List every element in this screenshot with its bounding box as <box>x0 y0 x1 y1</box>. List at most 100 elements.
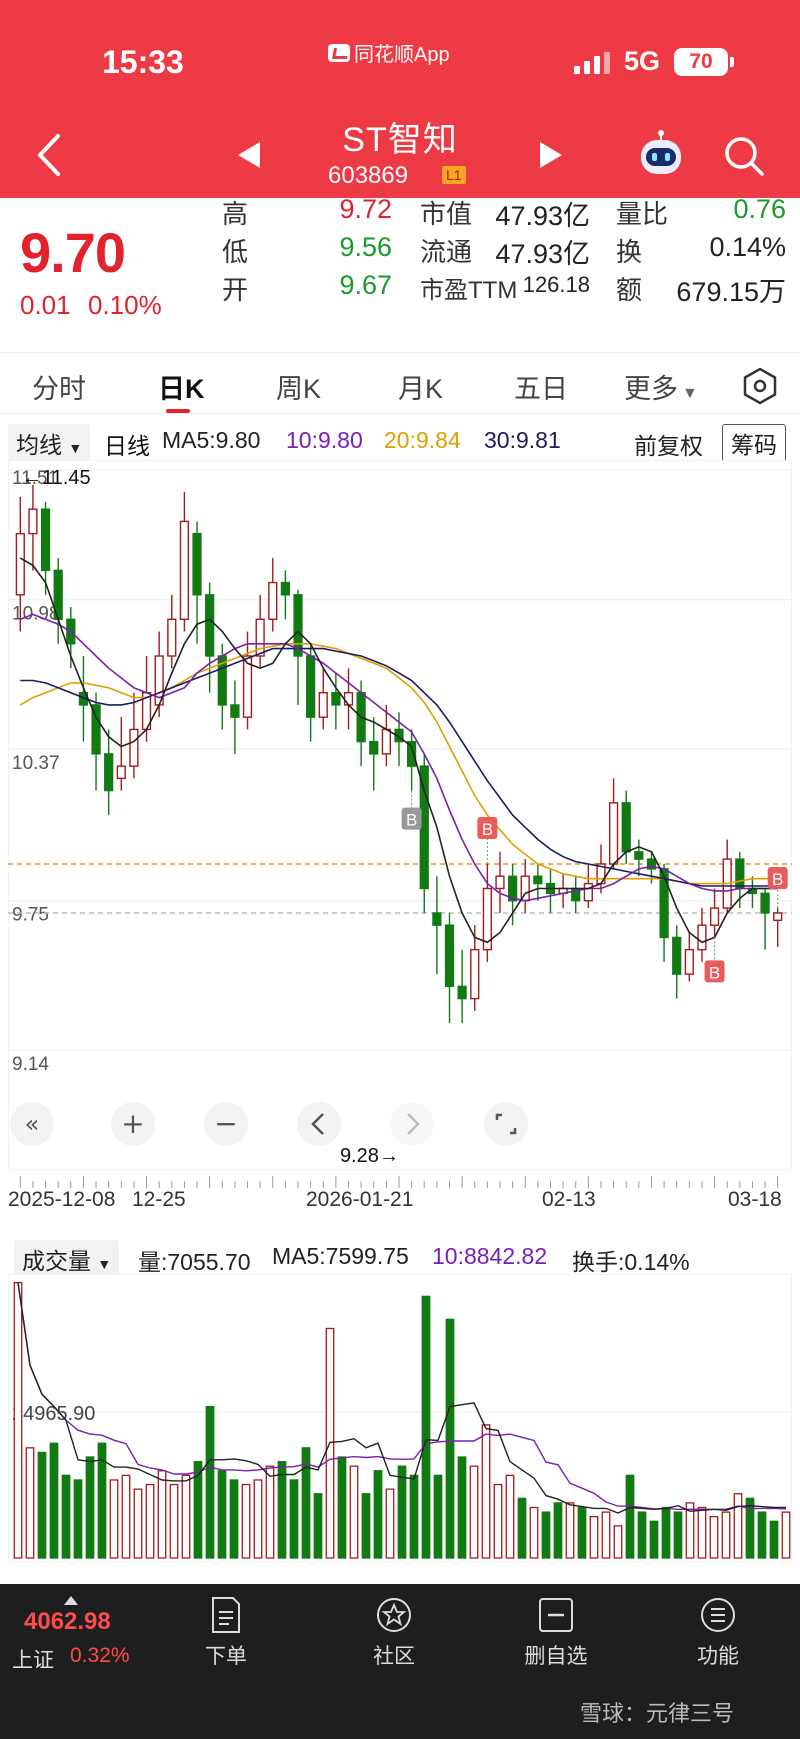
volume-bar <box>709 1516 719 1559</box>
robot-assistant-icon[interactable] <box>636 130 686 180</box>
index-pct: 0.32% <box>70 1644 130 1667</box>
stock-name: ST智知 <box>342 121 458 159</box>
volume-bar <box>37 1451 47 1559</box>
volume-bar <box>625 1474 635 1559</box>
tab-more[interactable]: 更多 ▼ <box>624 367 698 406</box>
volume-bar <box>61 1474 71 1559</box>
candle-body <box>709 907 720 926</box>
indicator-select[interactable]: 均线 ▼ <box>8 424 91 462</box>
candle-body <box>621 802 631 853</box>
amount-value: 679.15万 <box>676 277 786 307</box>
candle-body <box>268 581 278 620</box>
candle-body <box>381 728 391 755</box>
high-marker: ←11.45 <box>22 467 91 489</box>
volume-bar <box>721 1511 731 1559</box>
y-axis-label: 10.37 <box>12 753 60 774</box>
index-value[interactable]: 4062.98 <box>24 1608 111 1636</box>
zoom-in-button[interactable]: + <box>111 1102 155 1146</box>
volume-bar <box>577 1506 587 1559</box>
ma5-value: MA5:9.80 <box>162 427 261 453</box>
nav-functions[interactable]: 功能 <box>668 1596 768 1670</box>
nav-remove-watchlist[interactable]: 删自选 <box>506 1596 606 1670</box>
scroll-right-button[interactable] <box>390 1102 434 1146</box>
tab-daily-k[interactable]: 日K <box>158 367 205 406</box>
tab-monthly-k[interactable]: 月K <box>398 367 443 406</box>
candle-body <box>318 692 328 718</box>
chevron-down-icon: ▼ <box>97 1256 112 1272</box>
chip-button[interactable]: 筹码 <box>722 424 786 462</box>
volume-bar <box>49 1442 59 1559</box>
indicator-select-label: 均线 <box>16 432 62 458</box>
adjust-mode[interactable]: 前复权 <box>634 427 703 461</box>
candle-body <box>280 581 291 596</box>
svg-text:«: « <box>25 1110 40 1138</box>
market-cap-value: 47.93亿 <box>495 201 590 231</box>
volume-bar <box>25 1447 35 1559</box>
prev-stock-icon[interactable] <box>238 142 260 168</box>
scroll-left-button[interactable] <box>297 1102 341 1146</box>
volume-chart[interactable]: 24965.90 <box>8 1274 792 1562</box>
candle-body <box>116 765 126 780</box>
tab-weekly-k[interactable]: 周K <box>276 367 321 406</box>
pe-label: 市盈TTM <box>420 277 518 304</box>
status-app: 同花顺App <box>328 38 450 67</box>
app-logo-icon <box>328 43 350 62</box>
candle-body <box>230 704 240 718</box>
volume-bar <box>265 1465 275 1559</box>
back-icon[interactable] <box>30 130 70 180</box>
period-label: 日线 <box>104 433 150 459</box>
volume-bar <box>121 1474 131 1559</box>
volume-bar <box>349 1465 359 1559</box>
tab-five-day[interactable]: 五日 <box>514 367 568 406</box>
settings-hexagon-icon[interactable] <box>740 366 780 406</box>
candle-body <box>684 948 694 975</box>
header: 15:33 同花顺App 5G 70 ST智知 603869 L1 <box>0 0 800 198</box>
volume-bar <box>433 1474 443 1559</box>
volume-ma5: MA5:7599.75 <box>272 1243 409 1269</box>
candle-body <box>129 728 139 767</box>
volume-bar <box>697 1506 707 1559</box>
volume-bar <box>181 1474 191 1559</box>
volume-bar <box>133 1488 143 1559</box>
candle-body <box>28 508 38 535</box>
high-label: 高 <box>222 199 249 229</box>
fullscreen-button[interactable] <box>484 1102 528 1146</box>
volume-indicator-select[interactable]: 成交量 ▼ <box>14 1240 120 1278</box>
volume-bar <box>337 1456 347 1559</box>
candle-body <box>432 912 442 926</box>
candle-body <box>773 912 783 921</box>
candlestick-chart[interactable]: 11.5110.9810.379.759.14 B BBB ←11.45 9.28… <box>8 460 792 1170</box>
market-cap-label: 市值 <box>420 199 473 229</box>
volume-bar <box>277 1460 287 1559</box>
volume-bar <box>205 1405 215 1559</box>
volume-bar <box>469 1465 479 1559</box>
quote-panel: 9.70 0.01 0.10% 高 9.72 低 9.56 开 9.67 市值 … <box>0 194 800 338</box>
zoom-out-button[interactable]: − <box>204 1102 248 1146</box>
collapse-left-button[interactable]: « <box>10 1102 54 1146</box>
float-cap-value: 47.93亿 <box>495 239 590 269</box>
date-label: 02-13 <box>542 1188 596 1211</box>
volume-bar <box>385 1488 395 1559</box>
volume-legend-row: 成交量 ▼ 量:7055.70 MA5:7599.75 10:8842.82 换… <box>0 1240 800 1278</box>
candle-body <box>192 532 202 596</box>
nav-community[interactable]: 社区 <box>344 1596 444 1670</box>
candle-body <box>167 618 177 657</box>
volume-bar <box>157 1470 167 1559</box>
volume-ratio-label: 量比 <box>616 199 669 229</box>
tab-intraday[interactable]: 分时 <box>32 367 86 406</box>
date-label: 2025-12-08 <box>8 1188 116 1211</box>
search-icon[interactable] <box>722 134 766 178</box>
candle-body <box>179 520 190 620</box>
volume-value: 量:7055.70 <box>138 1249 251 1275</box>
volume-bar <box>541 1511 551 1559</box>
next-stock-icon[interactable] <box>540 142 562 168</box>
ma20-value: 20:9.84 <box>384 427 461 453</box>
turnover-label: 换 <box>616 237 643 267</box>
open-value: 9.67 <box>339 270 392 300</box>
candle-body <box>470 948 480 1000</box>
y-axis-label: 9.75 <box>12 905 49 926</box>
volume-bar <box>421 1295 431 1559</box>
nav-order-label: 下单 <box>205 1645 247 1668</box>
nav-order[interactable]: 下单 <box>176 1596 276 1670</box>
volume-bar <box>457 1456 467 1559</box>
